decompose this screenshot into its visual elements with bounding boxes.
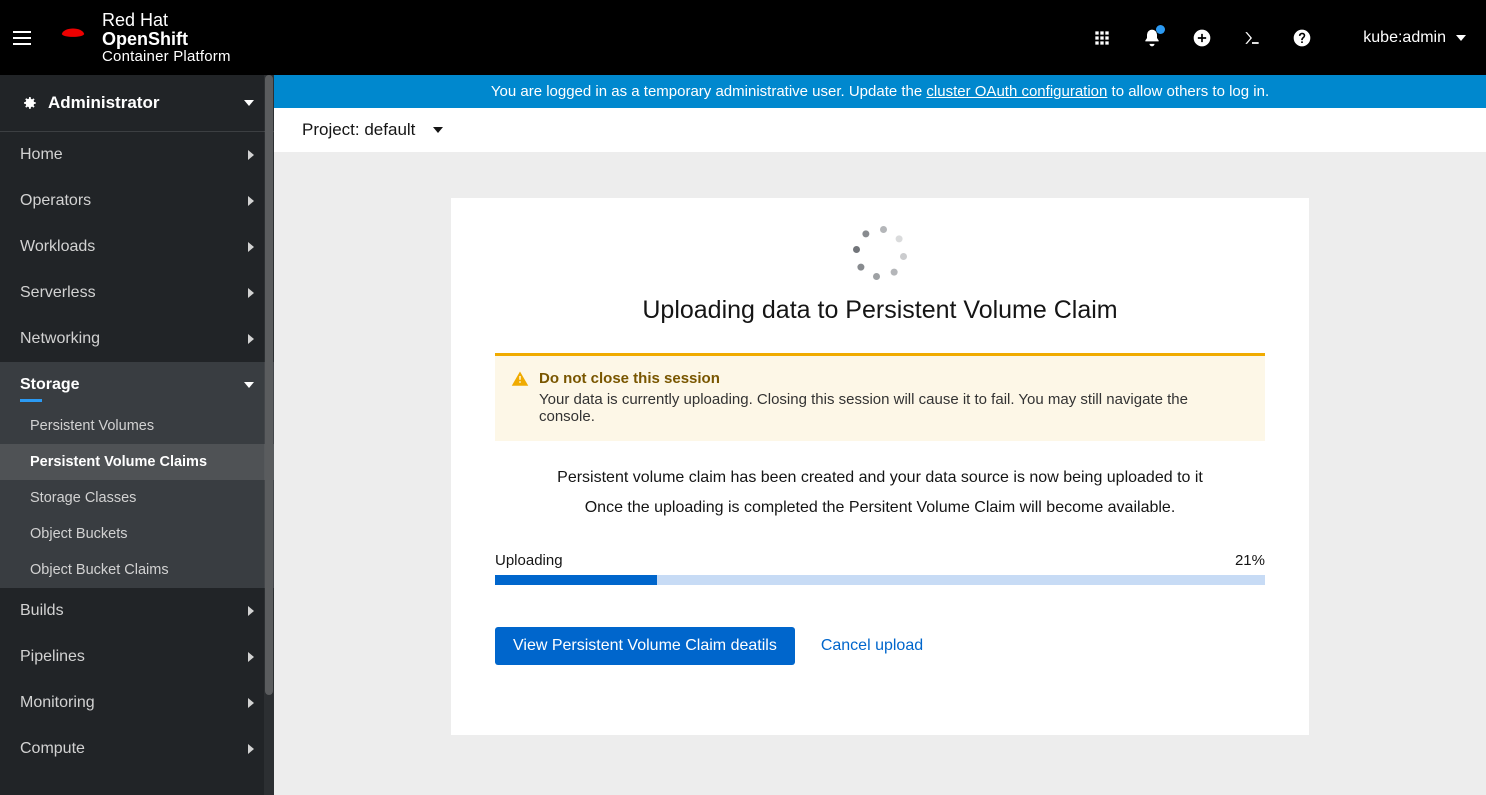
- progress-fill: [495, 575, 657, 585]
- nav-item-pipelines[interactable]: Pipelines: [0, 634, 274, 680]
- hamburger-icon: [10, 26, 34, 50]
- chevron-right-icon: [248, 196, 254, 206]
- progress-label: Uploading: [495, 552, 563, 569]
- user-menu[interactable]: kube:admin: [1363, 29, 1466, 47]
- nav-item-compute[interactable]: Compute: [0, 726, 274, 772]
- project-selector[interactable]: Project: default: [274, 108, 1486, 152]
- progress-percent: 21%: [1235, 552, 1265, 569]
- nav-item-label: Home: [20, 146, 63, 164]
- banner-prefix: You are logged in as a temporary adminis…: [491, 83, 927, 100]
- subnav-item-object-bucket-claims[interactable]: Object Bucket Claims: [0, 552, 274, 588]
- perspective-label: Administrator: [48, 93, 159, 113]
- nav-item-operators[interactable]: Operators: [0, 178, 274, 224]
- chevron-right-icon: [248, 652, 254, 662]
- masthead-tools: kube:admin: [1091, 27, 1466, 49]
- nav-item-storage[interactable]: Storage: [0, 362, 274, 408]
- nav-item-label: Storage: [20, 376, 80, 394]
- upload-description: Persistent volume claim has been created…: [495, 463, 1265, 524]
- notifications-button[interactable]: [1141, 27, 1163, 49]
- nav-item-label: Pipelines: [20, 648, 85, 666]
- subnav-item-object-buckets[interactable]: Object Buckets: [0, 516, 274, 552]
- warning-triangle-icon: [511, 370, 529, 393]
- caret-down-icon: [433, 127, 443, 133]
- perspective-switcher[interactable]: Administrator: [0, 75, 274, 132]
- gear-icon: [20, 94, 38, 112]
- chevron-right-icon: [248, 334, 254, 344]
- brand[interactable]: Red Hat OpenShift Container Platform: [54, 11, 231, 65]
- plus-circle-icon: [1192, 28, 1212, 48]
- brand-product-name: OpenShift: [102, 29, 188, 49]
- brand-vendor: Red Hat: [102, 10, 168, 30]
- chevron-right-icon: [248, 606, 254, 616]
- desc-line-2: Once the uploading is completed the Pers…: [495, 493, 1265, 523]
- loading-spinner: [495, 228, 1265, 278]
- main-content: You are logged in as a temporary adminis…: [274, 75, 1486, 795]
- chevron-right-icon: [248, 288, 254, 298]
- project-label: Project: default: [302, 120, 415, 140]
- sidebar-scrollbar-thumb[interactable]: [265, 75, 273, 695]
- caret-down-icon: [244, 100, 254, 106]
- caret-down-icon: [1456, 35, 1466, 41]
- nav-item-label: Builds: [20, 602, 64, 620]
- nav-toggle-button[interactable]: [0, 26, 44, 50]
- nav-item-serverless[interactable]: Serverless: [0, 270, 274, 316]
- sidebar-scrollbar-track[interactable]: [264, 75, 274, 795]
- app-launcher-button[interactable]: [1091, 27, 1113, 49]
- nav-item-label: Serverless: [20, 284, 96, 302]
- terminal-button[interactable]: [1241, 27, 1263, 49]
- chevron-right-icon: [248, 698, 254, 708]
- terminal-icon: [1242, 28, 1262, 48]
- chevron-down-icon: [244, 382, 254, 388]
- brand-subtitle: Container Platform: [102, 49, 231, 65]
- user-name: kube:admin: [1363, 29, 1446, 47]
- masthead: Red Hat OpenShift Container Platform kub…: [0, 0, 1486, 75]
- nav-item-label: Compute: [20, 740, 85, 758]
- desc-line-1: Persistent volume claim has been created…: [495, 463, 1265, 493]
- redhat-logo-icon: [54, 21, 92, 54]
- chevron-right-icon: [248, 744, 254, 754]
- nav-item-label: Monitoring: [20, 694, 95, 712]
- alert-title: Do not close this session: [539, 370, 1247, 387]
- subnav-item-persistent-volumes[interactable]: Persistent Volumes: [0, 408, 274, 444]
- import-button[interactable]: [1191, 27, 1213, 49]
- chevron-right-icon: [248, 150, 254, 160]
- nav-item-monitoring[interactable]: Monitoring: [0, 680, 274, 726]
- cancel-upload-button[interactable]: Cancel upload: [821, 637, 923, 655]
- login-warning-banner: You are logged in as a temporary adminis…: [274, 75, 1486, 108]
- notification-dot-icon: [1156, 25, 1165, 34]
- progress-bar: [495, 575, 1265, 585]
- help-button[interactable]: [1291, 27, 1313, 49]
- nav-item-home[interactable]: Home: [0, 132, 274, 178]
- nav-item-builds[interactable]: Builds: [0, 588, 274, 634]
- view-pvc-details-button[interactable]: View Persistent Volume Claim deatils: [495, 627, 795, 665]
- question-circle-icon: [1292, 28, 1312, 48]
- nav-item-label: Workloads: [20, 238, 95, 256]
- nav-item-label: Networking: [20, 330, 100, 348]
- nav-item-networking[interactable]: Networking: [0, 316, 274, 362]
- upload-status-card: Uploading data to Persistent Volume Clai…: [451, 198, 1309, 735]
- subnav-item-storage-classes[interactable]: Storage Classes: [0, 480, 274, 516]
- brand-text: Red Hat OpenShift Container Platform: [102, 11, 231, 65]
- sidebar: Administrator Home Operators Workloads Serv…: [0, 75, 274, 795]
- alert-body: Your data is currently uploading. Closin…: [539, 391, 1247, 425]
- subnav-item-persistent-volume-claims[interactable]: Persistent Volume Claims: [0, 444, 274, 480]
- nav-item-label: Operators: [20, 192, 91, 210]
- grid-icon: [1092, 28, 1112, 48]
- card-title: Uploading data to Persistent Volume Clai…: [495, 296, 1265, 325]
- nav-item-workloads[interactable]: Workloads: [0, 224, 274, 270]
- chevron-right-icon: [248, 242, 254, 252]
- banner-suffix: to allow others to log in.: [1107, 83, 1269, 100]
- banner-link[interactable]: cluster OAuth configuration: [926, 83, 1107, 100]
- warning-alert: Do not close this session Your data is c…: [495, 353, 1265, 441]
- spinner-icon: [855, 228, 905, 278]
